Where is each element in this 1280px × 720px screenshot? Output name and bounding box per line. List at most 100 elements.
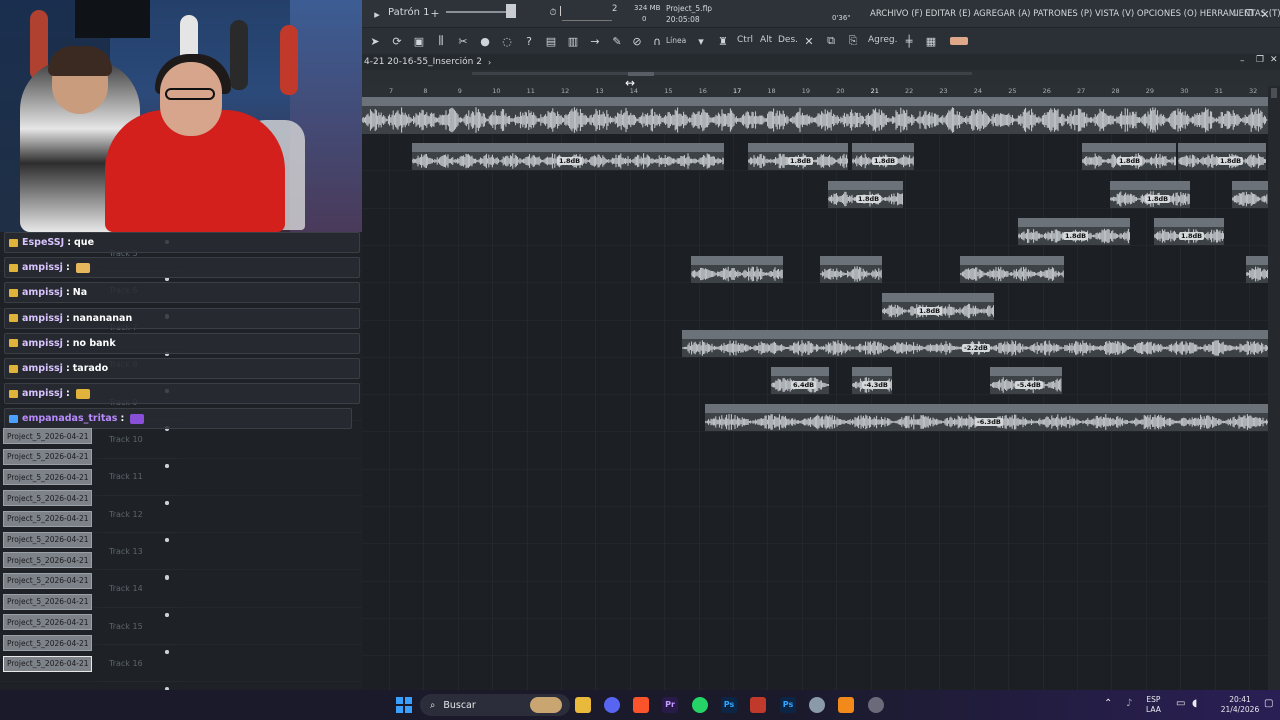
browser-audio-item[interactable]: Project_5_2026-04-21 2... xyxy=(3,655,92,672)
audio-clip[interactable]: Project_5...serción 2 -5.4dB xyxy=(990,367,1062,394)
browser-audio-item[interactable]: Project_5_2026-04-21 2... xyxy=(3,593,92,610)
track-mute-indicator[interactable] xyxy=(165,613,169,617)
obs-icon[interactable] xyxy=(868,697,884,713)
browser-audio-item[interactable]: Project_5_2026-04-21 2... xyxy=(3,614,92,631)
snap-line-selector[interactable]: Línea xyxy=(666,36,686,45)
snap-dropdown-icon[interactable]: ▾ xyxy=(694,34,708,48)
alt-button[interactable]: Alt xyxy=(760,35,772,45)
audio-clip[interactable]: Project...rción 2 6.4dB xyxy=(771,367,829,394)
audio-clip[interactable]: untitled_2...serción 2 1.8dB xyxy=(828,181,903,208)
volume-icon[interactable]: ◖ xyxy=(1192,698,1197,709)
paste-icon[interactable]: ⎘ xyxy=(846,34,860,48)
audio-clip[interactable]: untitled_20..Inserción 2 1.8dB xyxy=(1178,143,1266,170)
audio-clip[interactable]: untitled_2026-04-03 22-38-52_Inserción 2… xyxy=(412,143,724,170)
playlist-arrangement[interactable]: elijahh soundcloud type beat - bam bam un… xyxy=(362,97,1268,690)
close-icon[interactable]: ✕ xyxy=(1270,55,1278,65)
save-icon[interactable]: ▣ xyxy=(412,34,426,48)
pencil-icon[interactable]: ✎ xyxy=(610,34,624,48)
track-mute-indicator[interactable] xyxy=(165,463,169,468)
piano-roll-icon[interactable]: ▥ xyxy=(566,34,580,48)
mic-tray-icon[interactable]: ♪ xyxy=(1126,698,1132,709)
chat-icon[interactable]: ◌ xyxy=(500,34,514,48)
audio-clip[interactable]: untitled_...erción 2 1.8dB xyxy=(1154,218,1224,245)
browser-audio-item[interactable]: Project_5_2026-04-21 2... xyxy=(3,448,92,465)
browser-audio-item[interactable]: Project_5_2026-04-21 2... xyxy=(3,635,92,651)
browser-audio-item[interactable]: Project_5_2026-04-21 2... xyxy=(3,552,92,569)
browser-audio-item[interactable]: Project_5_2026-04-21 2... xyxy=(3,531,92,548)
play-arrow-icon[interactable]: ▸ xyxy=(370,7,384,21)
timeline-ruler[interactable]: 7 8 9 10 11 12 13 14 15 16 17 18 19 20 21 22 23 24 25 26 27 2… xyxy=(362,86,1268,97)
playlist-vertical-scroll[interactable] xyxy=(1268,86,1280,690)
track-lane[interactable] xyxy=(362,507,1268,545)
metronome-icon[interactable]: ⏱ xyxy=(546,6,560,20)
brave-icon[interactable] xyxy=(633,697,649,713)
windows-start-icon[interactable] xyxy=(396,697,412,713)
arrow-right-icon[interactable]: → xyxy=(588,34,602,48)
master-volume-slider[interactable] xyxy=(446,11,506,13)
magnet-icon[interactable]: ∩ xyxy=(650,34,664,48)
audio-clip[interactable] xyxy=(1246,256,1268,283)
track-lane[interactable] xyxy=(362,545,1268,582)
track-lane[interactable] xyxy=(362,582,1268,619)
track-lane[interactable] xyxy=(362,246,1268,284)
audio-clip-beat[interactable]: elijahh soundcloud type beat - bam bam xyxy=(362,97,1268,134)
pattern-selector[interactable]: Patrón 1 xyxy=(388,7,430,18)
browser-audio-item[interactable]: Project_5_2026-04-21 2... xyxy=(3,510,92,527)
audio-clip[interactable]: untitled_2026-0...27_Inserción 2 1.8dB xyxy=(1018,218,1130,245)
loop-icon[interactable]: ⟳ xyxy=(390,34,404,48)
discord-icon[interactable] xyxy=(604,697,620,713)
fl-studio-icon[interactable] xyxy=(838,697,854,713)
track-lane[interactable] xyxy=(362,657,1268,691)
grid-icon[interactable]: ▦ xyxy=(924,34,938,48)
restore-icon[interactable]: ❐ xyxy=(1242,7,1256,21)
link-icon[interactable]: ⊘ xyxy=(630,34,644,48)
audio-clip[interactable]: untitled_20..Inserción 2 1.8dB xyxy=(1110,181,1190,208)
browser-audio-item[interactable]: Project_5_2026-04-21 2... xyxy=(3,428,92,444)
mixer-icon[interactable]: ⫼ xyxy=(434,34,448,48)
track-lane[interactable] xyxy=(362,619,1268,657)
audio-clip[interactable]: Project_5_20..._Inserción 2 xyxy=(691,256,783,283)
track-lane[interactable] xyxy=(362,470,1268,507)
cut-icon[interactable]: ✂ xyxy=(456,34,470,48)
audio-clip[interactable]: Project_5_2026-04-21 20-08-20_Inserción … xyxy=(682,330,1268,357)
taskbar-search[interactable]: ⌕ Buscar xyxy=(420,694,570,716)
help-icon[interactable]: ? xyxy=(522,34,536,48)
playlist-icon[interactable]: ▤ xyxy=(544,34,558,48)
track-mute-indicator[interactable] xyxy=(165,575,169,580)
delete-icon[interactable]: ✕ xyxy=(802,34,816,48)
whatsapp-icon[interactable] xyxy=(692,697,708,713)
browser-audio-item[interactable]: Project_5_2026-04-21 2... xyxy=(3,490,92,507)
audio-clip[interactable]: untitled...rción 2 1.8dB xyxy=(852,143,914,170)
stamp-icon[interactable]: ♜ xyxy=(716,34,730,48)
play-arrow-icon[interactable]: ➤ xyxy=(368,34,382,48)
notification-icon[interactable]: ▢ xyxy=(1264,698,1273,709)
playlist-horizontal-scroll[interactable]: ↔ xyxy=(362,70,1280,89)
copy-icon[interactable]: ⧉ xyxy=(824,34,838,48)
app-icon[interactable] xyxy=(750,697,766,713)
mic-icon[interactable]: ● xyxy=(478,34,492,48)
track-lane[interactable] xyxy=(362,209,1268,246)
file-explorer-icon[interactable] xyxy=(575,697,591,713)
audio-clip[interactable]: Pro..n 2 xyxy=(1232,181,1268,208)
minimize-icon[interactable]: – xyxy=(1228,7,1242,21)
browser-audio-item[interactable]: Project_5_2026-04-21 2... xyxy=(3,572,92,589)
audio-clip[interactable]: untitled_202..._Inserción 2 1.8dB xyxy=(1082,143,1176,170)
chevron-up-icon[interactable]: ⌃ xyxy=(1104,698,1112,709)
photoshop-icon[interactable]: Ps xyxy=(780,697,796,713)
master-volume-knob[interactable] xyxy=(506,4,516,18)
add-button[interactable]: Agreg. xyxy=(868,35,897,45)
main-menu[interactable]: ARCHIVO (F) EDITAR (E) AGREGAR (A) PATRO… xyxy=(870,9,1280,19)
audio-clip[interactable]: Project_5_2026-04-21 20-10-09_Inserción … xyxy=(705,404,1268,431)
audio-clip[interactable]: untitled_2026-..0_Inserción 2 1.8dB xyxy=(748,143,848,170)
photoshop-icon[interactable]: Ps xyxy=(721,697,737,713)
audio-clip[interactable]: untitled_2026-...7_Inserción 2 1.8dB xyxy=(882,293,994,320)
ctrl-button[interactable]: Ctrl xyxy=(737,35,753,45)
scroll-overview[interactable] xyxy=(472,72,972,75)
scroll-thumb[interactable] xyxy=(1271,88,1277,98)
network-icon[interactable]: ▭ xyxy=(1176,698,1185,709)
clock[interactable]: 20:41 21/4/2026 xyxy=(1218,695,1262,715)
add-pattern-icon[interactable]: + xyxy=(428,6,442,20)
track-lane[interactable] xyxy=(362,433,1268,470)
minimize-icon[interactable]: – xyxy=(1240,56,1245,66)
language-indicator[interactable]: ESP LAA xyxy=(1146,695,1161,715)
